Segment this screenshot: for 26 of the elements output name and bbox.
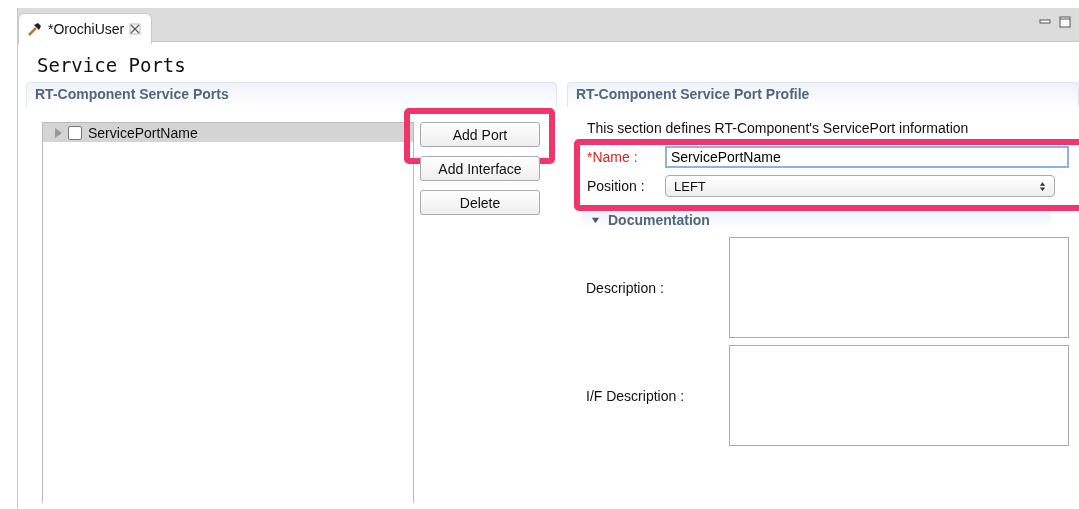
position-dropdown[interactable]: LEFT bbox=[665, 175, 1055, 197]
section-description: This section defines RT-Component's ServicePort information bbox=[586, 119, 970, 136]
text-area[interactable] bbox=[729, 345, 1069, 446]
action-button[interactable]: Add Interface bbox=[420, 156, 540, 181]
close-icon[interactable] bbox=[129, 23, 142, 35]
editor-tab[interactable]: *OrochiUser bbox=[18, 13, 153, 44]
page-title: Service Ports bbox=[37, 54, 187, 78]
action-button[interactable]: Add Port bbox=[420, 122, 540, 147]
action-button[interactable]: Delete bbox=[420, 190, 540, 215]
tab-title: *OrochiUser bbox=[48, 21, 125, 37]
section-header: RT-Component Service Ports bbox=[26, 82, 557, 107]
maximize-icon[interactable] bbox=[1059, 15, 1071, 28]
field-label: Position : bbox=[587, 178, 646, 194]
section-header: RT-Component Service Port Profile bbox=[567, 82, 1079, 107]
field-label: *Name : bbox=[587, 149, 639, 165]
field-label: Description : bbox=[586, 279, 665, 296]
checkbox[interactable] bbox=[68, 125, 82, 140]
collapse-icon bbox=[591, 215, 600, 225]
stepper-icon bbox=[1039, 180, 1046, 192]
hammer-icon bbox=[27, 21, 43, 37]
field-label: I/F Description : bbox=[586, 387, 686, 404]
name-input[interactable]: ServicePortName bbox=[665, 146, 1069, 168]
text-area[interactable] bbox=[729, 237, 1069, 338]
tree-item[interactable]: ServicePortName bbox=[43, 123, 413, 142]
tree-item-label: ServicePortName bbox=[88, 124, 198, 141]
documentation-header[interactable]: Documentation bbox=[581, 211, 1051, 229]
